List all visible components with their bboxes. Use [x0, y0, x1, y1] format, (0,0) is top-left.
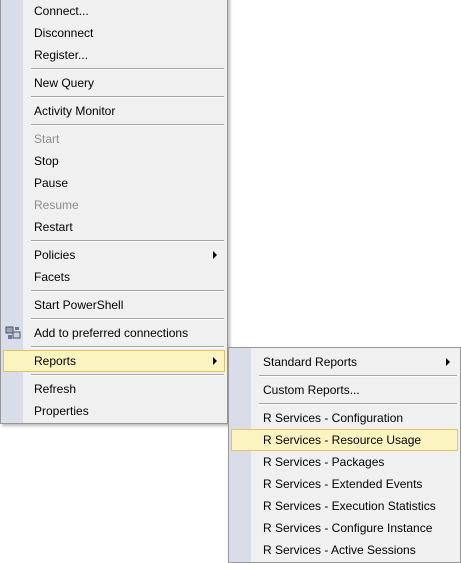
menu-item-facets[interactable]: Facets: [3, 266, 225, 288]
menu-item-reports[interactable]: Reports: [3, 350, 225, 372]
submenu-item-r-services-configure-instance[interactable]: R Services - Configure Instance: [231, 517, 458, 539]
menu-item-new-query[interactable]: New Query: [3, 72, 225, 94]
menu-separator: [31, 240, 224, 242]
submenu-arrow-icon: [446, 358, 450, 366]
menu-item-start-powershell[interactable]: Start PowerShell: [3, 294, 225, 316]
menu-separator: [259, 375, 457, 377]
menu-item-properties[interactable]: Properties: [3, 400, 225, 422]
menu-item-label: Standard Reports: [263, 355, 358, 369]
menu-separator: [31, 68, 224, 70]
menu-item-activity-monitor[interactable]: Activity Monitor: [3, 100, 225, 122]
menu-item-refresh[interactable]: Refresh: [3, 378, 225, 400]
menu-item-stop[interactable]: Stop: [3, 150, 225, 172]
menu-item-label: Add to preferred connections: [34, 326, 189, 340]
submenu-item-standard-reports[interactable]: Standard Reports: [231, 351, 458, 373]
menu-item-restart[interactable]: Restart: [3, 216, 225, 238]
menu-separator: [31, 96, 224, 98]
menu-item-register[interactable]: Register...: [3, 44, 225, 66]
menu-separator: [259, 403, 457, 405]
submenu-item-r-services-active-sessions[interactable]: R Services - Active Sessions: [231, 539, 458, 561]
submenu-item-r-services-configuration[interactable]: R Services - Configuration: [231, 407, 458, 429]
submenu-item-r-services-packages[interactable]: R Services - Packages: [231, 451, 458, 473]
menu-separator: [31, 290, 224, 292]
preferred-connection-icon: [5, 326, 21, 339]
menu-item-label: Policies: [34, 248, 76, 262]
object-explorer-context-menu: Connect... Disconnect Register... New Qu…: [0, 0, 228, 424]
menu-separator: [31, 374, 224, 376]
menu-item-start: Start: [34, 132, 60, 146]
menu-item-add-preferred-connections[interactable]: Add to preferred connections: [3, 322, 225, 344]
menu-item-disconnect[interactable]: Disconnect: [3, 22, 225, 44]
menu-item-label: Reports: [34, 354, 77, 368]
menu-separator: [31, 124, 224, 126]
menu-item-connect[interactable]: Connect...: [3, 0, 225, 22]
submenu-item-r-services-extended-events[interactable]: R Services - Extended Events: [231, 473, 458, 495]
menu-separator: [31, 346, 224, 348]
submenu-arrow-icon: [213, 357, 217, 365]
submenu-item-r-services-resource-usage[interactable]: R Services - Resource Usage: [231, 429, 458, 451]
menu-item-resume: Resume: [34, 198, 79, 212]
menu-item-policies[interactable]: Policies: [3, 244, 225, 266]
reports-submenu: Standard Reports Custom Reports... R Ser…: [228, 347, 461, 563]
menu-separator: [31, 318, 224, 320]
submenu-item-custom-reports[interactable]: Custom Reports...: [231, 379, 458, 401]
submenu-arrow-icon: [213, 251, 217, 259]
menu-item-pause[interactable]: Pause: [3, 172, 225, 194]
submenu-item-r-services-execution-statistics[interactable]: R Services - Execution Statistics: [231, 495, 458, 517]
